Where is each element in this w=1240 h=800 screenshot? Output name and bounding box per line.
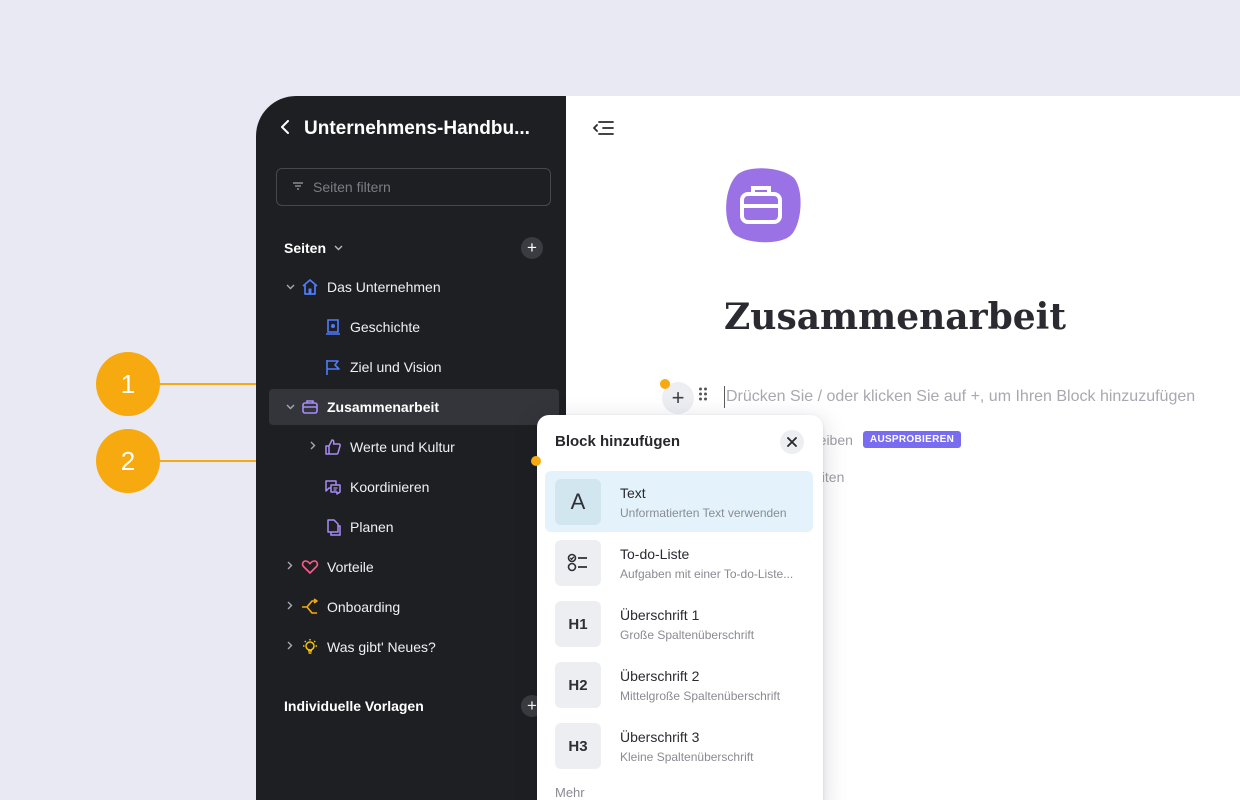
badge-icon	[323, 317, 343, 337]
block-description: Große Spaltenüberschrift	[620, 628, 755, 642]
workspace-header[interactable]: Unternehmens-Handbu...	[280, 118, 530, 140]
add-page-button[interactable]: +	[521, 237, 543, 259]
chevron-right-icon[interactable]	[303, 441, 323, 453]
sidebar-item-onboarding[interactable]: Onboarding	[280, 589, 400, 625]
block-name: Überschrift 1	[620, 607, 700, 623]
block-name: To-do-Liste	[620, 546, 690, 562]
block-option-text[interactable]: A Text Unformatierten Text verwenden	[545, 471, 813, 532]
sidebar-item-label: Ziel und Vision	[350, 359, 442, 375]
sidebar-item-label: Geschichte	[350, 319, 421, 335]
block-option-heading-2[interactable]: H2 Überschrift 2 Mittelgroße Spaltenüber…	[545, 654, 813, 715]
sidebar-item-werte-und-kultur[interactable]: Werte und Kultur	[303, 429, 455, 465]
callout-2-dot	[531, 456, 541, 466]
heading-1-icon: H1	[555, 601, 601, 647]
block-description: Kleine Spaltenüberschrift	[620, 750, 754, 764]
sidebar-item-label: Werte und Kultur	[350, 439, 455, 455]
block-name: Überschrift 2	[620, 668, 700, 684]
sidebar-item-label: Das Unternehmen	[327, 279, 441, 295]
templates-section-header[interactable]: Individuelle Vorlagen	[284, 698, 424, 714]
heart-icon	[300, 557, 320, 577]
callout-1-dot	[660, 379, 670, 389]
try-badge[interactable]: AUSPROBIEREN	[862, 431, 962, 448]
drag-handle-icon[interactable]	[698, 386, 708, 405]
page-icon[interactable]	[722, 166, 802, 246]
text-cursor	[724, 386, 725, 408]
flag-icon	[323, 357, 343, 377]
callout-1: 1	[96, 352, 160, 416]
sidebar-item-koordinieren[interactable]: Koordinieren	[307, 469, 429, 505]
block-option-todo[interactable]: To-do-Liste Aufgaben mit einer To-do-Lis…	[545, 532, 813, 593]
close-icon[interactable]	[780, 430, 804, 454]
lightbulb-icon	[300, 637, 320, 657]
chat-icon	[323, 477, 343, 497]
sidebar-item-label: Was gibt' Neues?	[327, 639, 436, 655]
heading-2-icon: H2	[555, 662, 601, 708]
sidebar-item-label: Vorteile	[327, 559, 374, 575]
sidebar-item-planen[interactable]: Planen	[307, 509, 394, 545]
sidebar-item-label: Zusammenarbeit	[327, 399, 440, 415]
text-block-icon: A	[555, 479, 601, 525]
page-filter-input[interactable]: Seiten filtern	[276, 168, 551, 206]
house-icon	[300, 277, 320, 297]
chevron-left-icon[interactable]	[280, 119, 292, 139]
pages-label: Seiten	[284, 240, 327, 256]
thumbs-up-icon	[323, 437, 343, 457]
sidebar-item-label: Planen	[350, 519, 394, 535]
sidebar: Unternehmens-Handbu... Seiten filtern Se…	[256, 96, 566, 800]
heading-3-icon: H3	[555, 723, 601, 769]
chevron-right-icon[interactable]	[280, 561, 300, 573]
copy-icon	[323, 517, 343, 537]
add-block-popup: Block hinzufügen A Text Unformatierten T…	[537, 415, 823, 800]
block-option-heading-3[interactable]: H3 Überschrift 3 Kleine Spaltenüberschri…	[545, 715, 813, 776]
chevron-down-icon[interactable]	[280, 401, 300, 413]
more-label: Mehr	[555, 785, 585, 800]
sidebar-item-zusammenarbeit[interactable]: Zusammenarbeit	[269, 389, 559, 425]
workspace-title: Unternehmens-Handbu...	[304, 118, 530, 139]
chevron-right-icon[interactable]	[280, 641, 300, 653]
sidebar-item-label: Koordinieren	[350, 479, 430, 495]
sidebar-item-label: Onboarding	[327, 599, 401, 615]
popup-title: Block hinzufügen	[555, 433, 680, 450]
sidebar-item-ziel-und-vision[interactable]: Ziel und Vision	[307, 349, 442, 385]
block-description: Unformatierten Text verwenden	[620, 506, 787, 520]
sidebar-item-das-unternehmen[interactable]: Das Unternehmen	[280, 269, 441, 305]
page-title[interactable]: Zusammenarbeit	[724, 296, 1066, 338]
collapse-sidebar-icon[interactable]	[592, 120, 614, 141]
chevron-right-icon[interactable]	[280, 601, 300, 613]
pages-section-header[interactable]: Seiten	[284, 240, 343, 256]
chevron-down-icon[interactable]	[280, 281, 300, 293]
block-name: Text	[620, 485, 646, 501]
templates-label: Individuelle Vorlagen	[284, 698, 424, 714]
route-icon	[300, 597, 320, 617]
block-placeholder[interactable]: Drücken Sie / oder klicken Sie auf +, um…	[726, 388, 1195, 406]
sidebar-item-vorteile[interactable]: Vorteile	[280, 549, 374, 585]
filter-placeholder: Seiten filtern	[313, 179, 391, 195]
callout-2: 2	[96, 429, 160, 493]
briefcase-icon	[300, 397, 320, 417]
block-description: Mittelgroße Spaltenüberschrift	[620, 689, 781, 703]
chevron-down-icon[interactable]	[334, 243, 343, 254]
sidebar-item-geschichte[interactable]: Geschichte	[307, 309, 420, 345]
filter-icon	[293, 181, 303, 193]
block-description: Aufgaben mit einer To-do-Liste...	[620, 567, 794, 581]
sidebar-item-was-gibt-neues[interactable]: Was gibt' Neues?	[280, 629, 436, 665]
checklist-icon	[555, 540, 601, 586]
block-name: Überschrift 3	[620, 729, 700, 745]
block-option-heading-1[interactable]: H1 Überschrift 1 Große Spaltenüberschrif…	[545, 593, 813, 654]
hint-row-1[interactable]: reiben AUSPROBIEREN	[814, 431, 962, 448]
